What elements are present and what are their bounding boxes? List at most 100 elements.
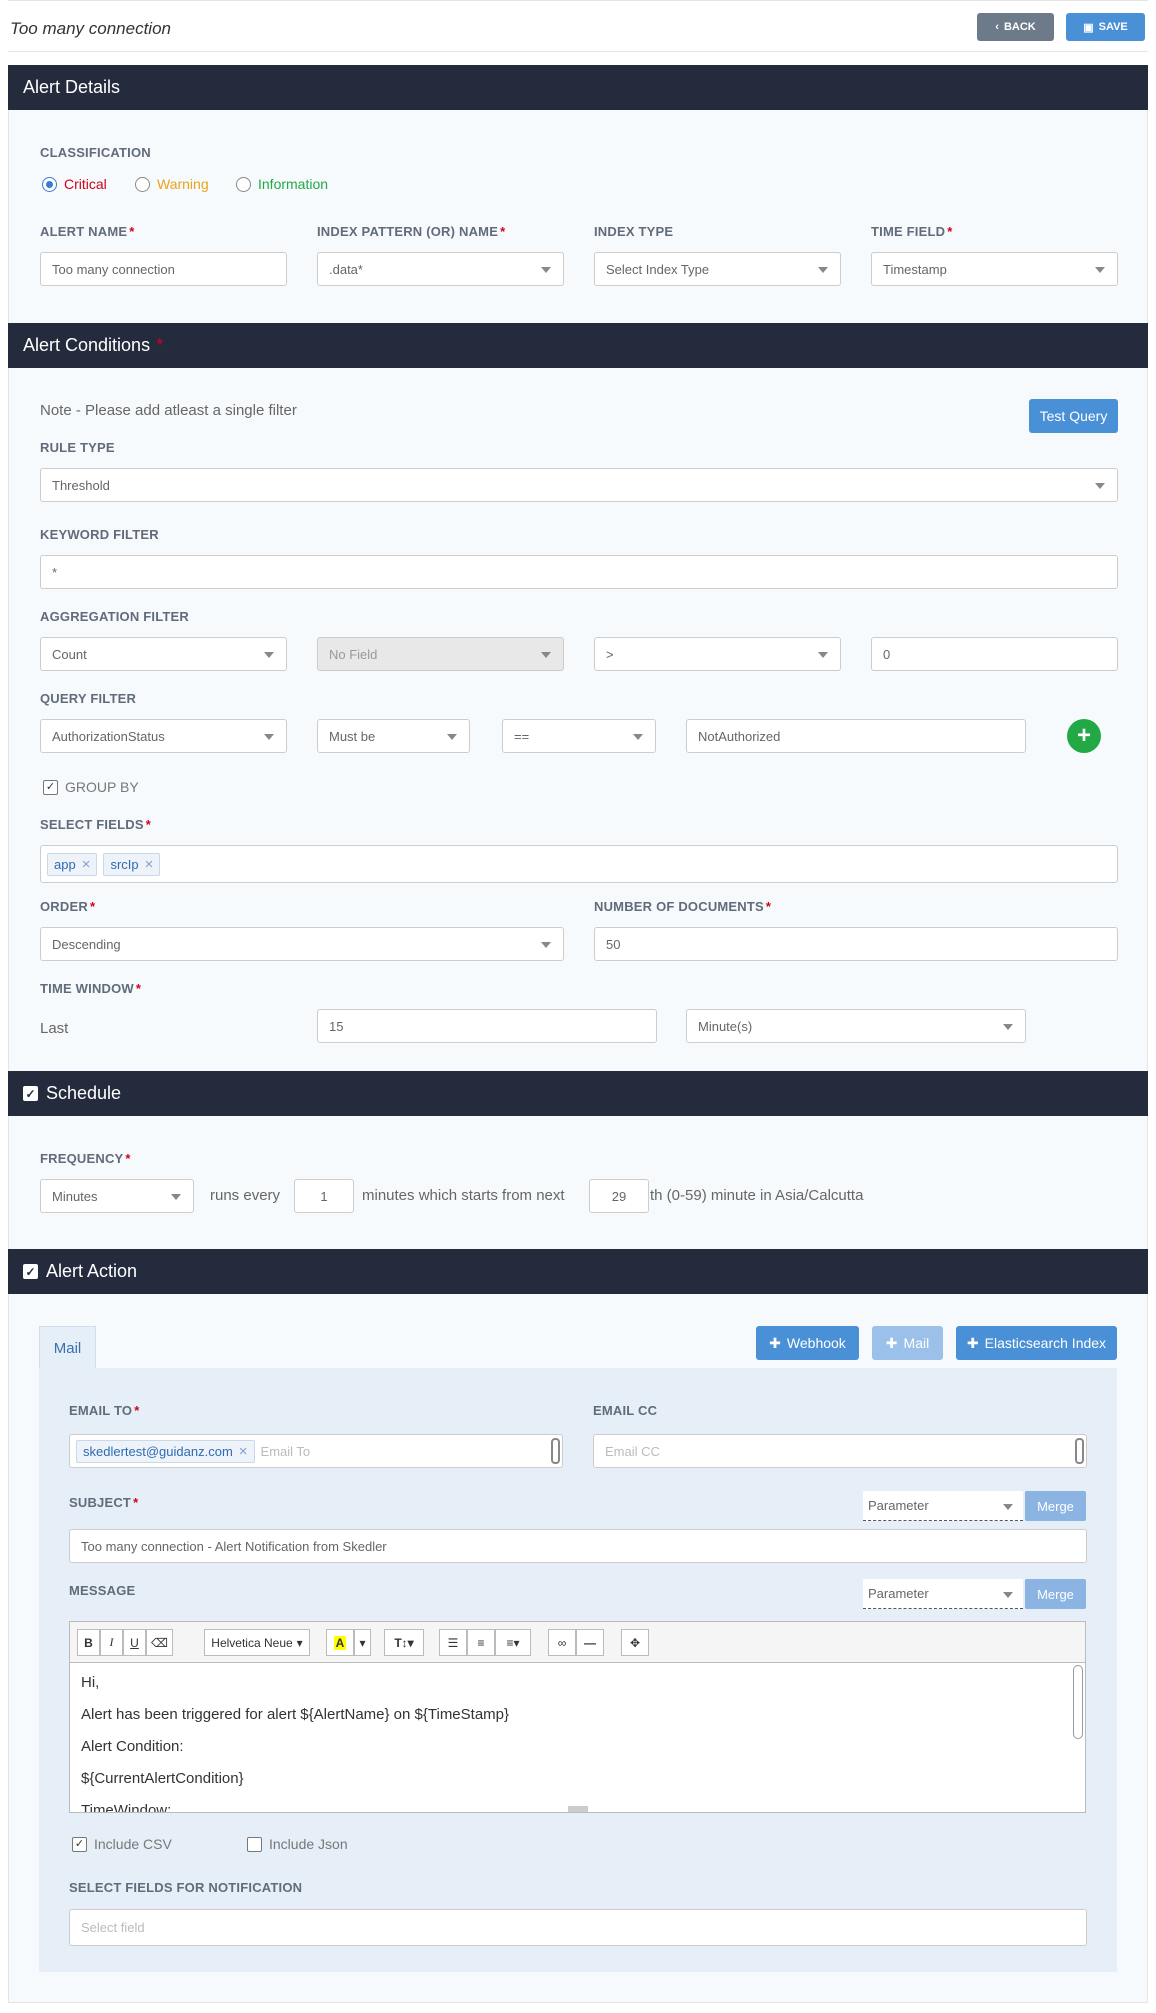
field-tag-srcip: srcIp × [103, 852, 161, 876]
plus-icon: ✚ [885, 1334, 898, 1351]
radio-information[interactable]: Information [236, 176, 328, 192]
alert-action-checkbox[interactable]: ✓ [23, 1264, 38, 1279]
alert-name-input[interactable]: Too many connection [40, 252, 287, 286]
group-by-checkbox[interactable]: ✓ GROUP BY [43, 779, 139, 795]
color-dropdown-icon[interactable]: ▾ [354, 1629, 371, 1656]
save-button[interactable]: ▣ SAVE [1066, 13, 1145, 41]
alert-action-header: ✓ Alert Action [8, 1249, 1148, 1294]
minutes-text: minutes which starts from next [362, 1187, 565, 1204]
radio-critical[interactable]: Critical [42, 176, 107, 192]
fullscreen-icon[interactable]: ✥ [621, 1629, 649, 1656]
link-icon[interactable]: ∞ [548, 1629, 576, 1656]
font-family-select[interactable]: Helvetica Neue ▾ [204, 1629, 310, 1656]
message-merge-button[interactable]: Merge [1025, 1579, 1086, 1609]
italic-icon[interactable]: I [100, 1629, 123, 1656]
message-parameter-select[interactable]: Parameter [863, 1579, 1023, 1609]
bold-icon[interactable]: B [77, 1629, 100, 1656]
rule-type-select[interactable]: Threshold [40, 468, 1118, 502]
time-field-label: TIME FIELD * [871, 224, 953, 239]
radio-warning[interactable]: Warning [135, 176, 209, 192]
bulleted-list-icon[interactable]: ☰ [439, 1629, 467, 1656]
message-label: MESSAGE [69, 1583, 136, 1598]
select-fields-notification-input[interactable]: Select field [69, 1909, 1087, 1946]
runs-every-text: runs every [210, 1187, 281, 1204]
time-field-select[interactable]: Timestamp [871, 252, 1118, 286]
chevron-down-icon [541, 652, 551, 658]
close-icon[interactable]: × [145, 856, 154, 873]
check-icon: ✓ [72, 1836, 87, 1852]
chevron-down-icon [447, 734, 457, 740]
include-json-checkbox[interactable]: Include Json [247, 1836, 348, 1852]
aggregation-field-select: No Field [317, 637, 564, 671]
chevron-down-icon [1003, 1504, 1013, 1510]
eraser-icon[interactable]: ⌫ [146, 1629, 173, 1656]
subject-parameter-select[interactable]: Parameter [863, 1491, 1023, 1521]
aggregation-value-input[interactable]: 0 [871, 637, 1118, 671]
text-color-icon[interactable]: A [326, 1629, 354, 1656]
keyword-filter-input[interactable]: * [40, 555, 1118, 589]
query-condition-select[interactable]: Must be [317, 719, 470, 753]
editor-toolbar: B I U ⌫ Helvetica Neue ▾ A ▾ T↕▾ ☰ ≡ ≡▾ ∞… [69, 1621, 1086, 1662]
editor-scrollbar[interactable] [1073, 1665, 1083, 1739]
schedule-checkbox[interactable]: ✓ [23, 1086, 38, 1101]
start-minute-input[interactable]: 29 [589, 1179, 649, 1213]
message-line: ${CurrentAlertCondition} [81, 1770, 244, 1787]
select-fields-input[interactable]: app × srcIp × [40, 845, 1118, 883]
font-size-icon[interactable]: T↕▾ [384, 1629, 424, 1656]
schedule-header: ✓ Schedule [8, 1071, 1148, 1116]
aggregation-filter-label: AGGREGATION FILTER [40, 609, 189, 624]
query-value-input[interactable]: NotAuthorized [686, 719, 1026, 753]
resize-handle[interactable] [567, 1806, 588, 1812]
interval-input[interactable]: 1 [294, 1179, 354, 1213]
schedule-body: FREQUENCY * Minutes runs every 1 minutes … [8, 1116, 1148, 1249]
horizontal-rule-icon[interactable]: — [576, 1629, 604, 1656]
subject-input[interactable]: Too many connection - Alert Notification… [69, 1529, 1087, 1563]
add-filter-icon[interactable]: + [1067, 719, 1101, 753]
plus-icon: ✚ [769, 1334, 781, 1351]
index-type-select[interactable]: Select Index Type [594, 252, 841, 286]
aggregation-operator-select[interactable]: > [594, 637, 841, 671]
check-icon: ✓ [43, 779, 58, 795]
num-docs-label: NUMBER OF DOCUMENTS * [594, 899, 772, 914]
add-webhook-button[interactable]: ✚ Webhook [756, 1326, 859, 1360]
email-to-input[interactable]: skedlertest@guidanz.com × Email To [69, 1434, 563, 1468]
numbered-list-icon[interactable]: ≡ [467, 1629, 495, 1656]
align-icon[interactable]: ≡▾ [495, 1629, 531, 1656]
query-field-select[interactable]: AuthorizationStatus [40, 719, 287, 753]
alert-name-label: ALERT NAME * [40, 224, 135, 239]
email-tag: skedlertest@guidanz.com × [76, 1439, 255, 1463]
tab-mail[interactable]: Mail [39, 1326, 96, 1369]
select-fields-label: SELECT FIELDS * [40, 817, 151, 832]
subject-merge-button[interactable]: Merge [1025, 1491, 1086, 1521]
back-button[interactable]: ‹ BACK [977, 13, 1054, 41]
close-icon[interactable]: × [239, 1443, 248, 1460]
message-line: Alert has been triggered for alert ${Ale… [81, 1706, 510, 1723]
num-docs-input[interactable]: 50 [594, 927, 1118, 961]
add-mail-button: ✚ Mail [872, 1326, 943, 1360]
aggregation-function-select[interactable]: Count [40, 637, 287, 671]
time-window-unit-select[interactable]: Minute(s) [686, 1009, 1026, 1043]
include-csv-checkbox[interactable]: ✓ Include CSV [72, 1836, 172, 1852]
message-editor[interactable]: Hi, Alert has been triggered for alert $… [69, 1662, 1086, 1813]
email-cc-label: EMAIL CC [593, 1403, 658, 1418]
chevron-down-icon [818, 652, 828, 658]
test-query-button[interactable]: Test Query [1029, 399, 1118, 433]
frequency-select[interactable]: Minutes [40, 1179, 194, 1213]
time-window-label: TIME WINDOW * [40, 981, 142, 996]
index-pattern-label: INDEX PATTERN (OR) NAME * [317, 224, 506, 239]
order-select[interactable]: Descending [40, 927, 564, 961]
scrollbar[interactable] [1075, 1438, 1084, 1464]
page-title: Too many connection [10, 19, 171, 38]
chevron-down-icon [171, 1194, 181, 1200]
underline-icon[interactable]: U [123, 1629, 146, 1656]
scrollbar[interactable] [551, 1438, 560, 1464]
add-elasticsearch-index-button[interactable]: ✚ Elasticsearch Index [956, 1326, 1117, 1360]
email-cc-input[interactable]: Email CC [593, 1434, 1087, 1468]
index-pattern-select[interactable]: .data* [317, 252, 564, 286]
query-operator-select[interactable]: == [502, 719, 656, 753]
close-icon[interactable]: × [82, 856, 91, 873]
schedule-suffix-text: th (0-59) minute in Asia/Calcutta [650, 1187, 864, 1204]
time-window-input[interactable]: 15 [317, 1009, 657, 1043]
alert-conditions-header: Alert Conditions * [8, 323, 1148, 368]
chevron-down-icon [541, 942, 551, 948]
